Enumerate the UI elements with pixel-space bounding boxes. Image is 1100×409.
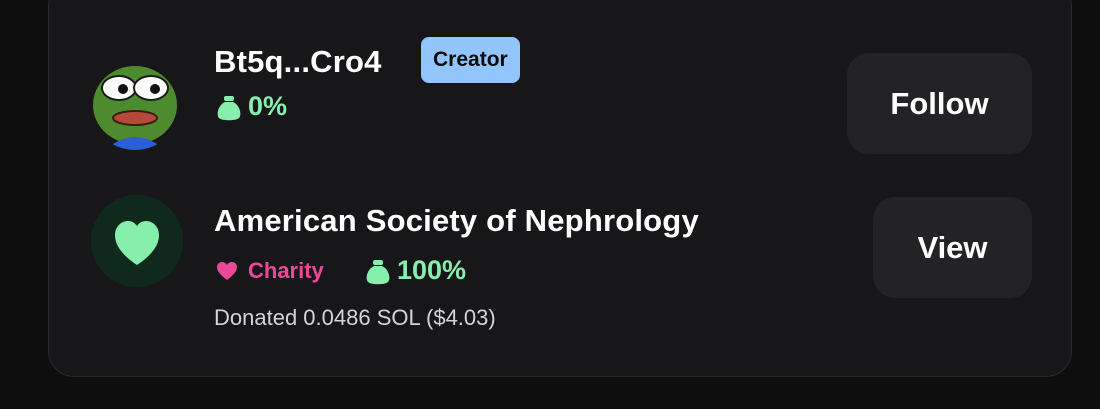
creator-percent-value: 0% [248,91,288,121]
charity-name[interactable]: American Society of Nephrology [214,203,699,239]
charity-percent-value: 100% [397,255,467,285]
donated-amount: Donated 0.0486 SOL ($4.03) [214,305,496,330]
heart-icon [115,221,159,265]
creator-percent: 0% [216,91,287,122]
view-button[interactable]: View [873,197,1032,298]
charity-percent: 100% [365,255,466,286]
money-bag-icon [216,93,242,121]
follow-button[interactable]: Follow [847,53,1032,154]
charity-avatar[interactable] [91,195,183,287]
holders-panel: Bt5q...Cro4 Creator 0% Follow American S… [48,0,1072,377]
money-bag-icon [365,257,391,285]
creator-badge: Creator [421,37,520,83]
charity-tag: Charity [216,258,324,284]
heart-icon [217,262,237,280]
creator-name[interactable]: Bt5q...Cro4 [214,44,382,80]
frog-avatar [89,58,181,150]
creator-avatar[interactable] [89,58,181,150]
charity-tag-label: Charity [248,258,324,283]
